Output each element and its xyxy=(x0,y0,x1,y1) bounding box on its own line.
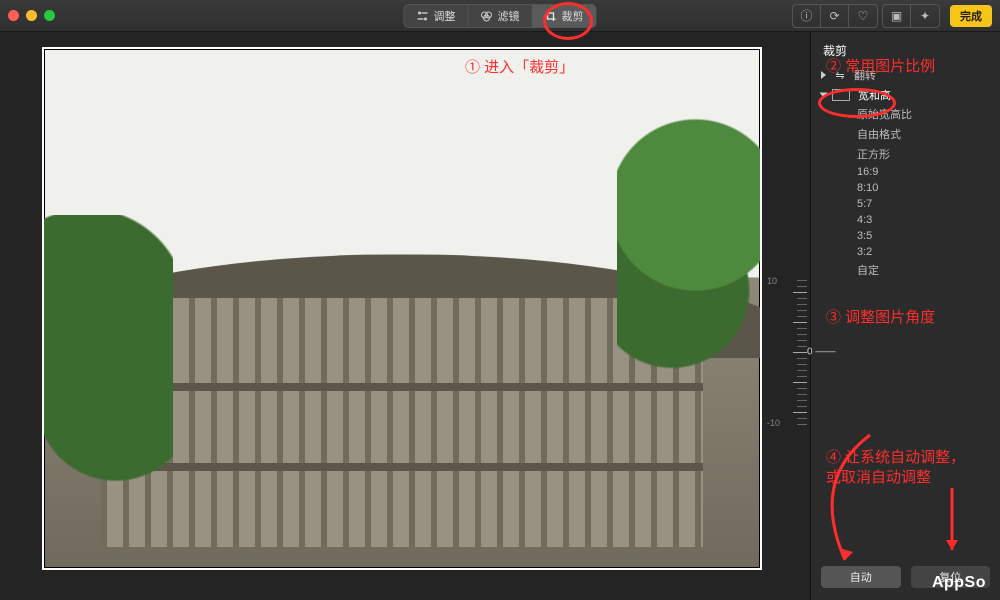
crop-handle-bottom-right[interactable] xyxy=(741,549,762,570)
aspect-custom[interactable]: 自定 xyxy=(857,261,990,279)
canvas-area xyxy=(0,32,810,600)
aspect-freeform[interactable]: 自由格式 xyxy=(857,125,990,143)
rotate-button[interactable]: ⟳ xyxy=(821,5,849,27)
crop-photo[interactable] xyxy=(42,47,762,570)
aspect-3-5[interactable]: 3:5 xyxy=(857,229,990,243)
tab-filter[interactable]: 滤镜 xyxy=(469,5,533,27)
crop-handle-bottom[interactable] xyxy=(388,565,416,570)
window-traffic-lights xyxy=(8,10,55,21)
edit-mode-segmented: 调整 滤镜 裁剪 xyxy=(404,4,597,28)
tab-crop-label: 裁剪 xyxy=(562,8,584,24)
sidebar-title: 裁剪 xyxy=(823,42,990,59)
ext-group: ▣ ✦ xyxy=(882,4,940,28)
aspect-square[interactable]: 正方形 xyxy=(857,145,990,163)
photo-trees-right xyxy=(617,91,762,376)
aspect-3-2[interactable]: 3:2 xyxy=(857,245,990,259)
chevron-right-icon xyxy=(821,71,826,79)
crop-handle-top-left[interactable] xyxy=(42,47,63,68)
aspect-list: 原始宽高比 自由格式 正方形 16:9 8:10 5:7 4:3 3:5 3:2… xyxy=(857,105,990,279)
photo-trees-left xyxy=(42,215,173,526)
auto-button[interactable]: 自动 xyxy=(821,566,901,588)
photo-floor-1 xyxy=(101,383,702,391)
main-area: 裁剪 ⇋ 翻转 宽和高 原始宽高比 自由格式 正方形 16:9 8:10 5:7… xyxy=(0,32,1000,600)
photo-facade xyxy=(101,298,702,547)
aspect-5-7[interactable]: 5:7 xyxy=(857,197,990,211)
minimize-window-button[interactable] xyxy=(26,10,37,21)
aspect-header-label: 宽和高 xyxy=(858,87,891,103)
toolbar-right: ⓘ ⟳ ♡ ▣ ✦ 完成 xyxy=(792,4,992,28)
aspect-ratio-icon xyxy=(832,89,850,101)
info-group: ⓘ ⟳ ♡ xyxy=(792,4,878,28)
flip-icon: ⇋ xyxy=(832,69,848,82)
enhance-button[interactable]: ✦ xyxy=(911,5,939,27)
info-icon: ⓘ xyxy=(800,7,812,24)
zoom-window-button[interactable] xyxy=(44,10,55,21)
extensions-icon: ▣ xyxy=(891,9,902,23)
tab-adjust[interactable]: 调整 xyxy=(405,5,469,27)
crop-handle-top-right[interactable] xyxy=(741,47,762,68)
wand-icon: ✦ xyxy=(920,9,930,23)
toolbar: 调整 滤镜 裁剪 ⓘ ⟳ ♡ ▣ ✦ 完成 xyxy=(0,0,1000,32)
chevron-down-icon xyxy=(820,93,828,98)
dial-center-label: 0 —— xyxy=(807,347,835,358)
extensions-button[interactable]: ▣ xyxy=(883,5,911,27)
flip-label: 翻转 xyxy=(854,67,876,83)
aspect-4-3[interactable]: 4:3 xyxy=(857,213,990,227)
aspect-16-9[interactable]: 16:9 xyxy=(857,165,990,179)
sidebar: 裁剪 ⇋ 翻转 宽和高 原始宽高比 自由格式 正方形 16:9 8:10 5:7… xyxy=(810,32,1000,600)
flip-row[interactable]: ⇋ 翻转 xyxy=(821,65,990,85)
close-window-button[interactable] xyxy=(8,10,19,21)
bottom-buttons: 自动 复位 xyxy=(821,566,990,588)
photo-slats xyxy=(101,298,702,547)
info-button[interactable]: ⓘ xyxy=(793,5,821,27)
crop-handle-bottom-left[interactable] xyxy=(42,549,63,570)
favorite-button[interactable]: ♡ xyxy=(849,5,877,27)
crop-icon xyxy=(545,10,557,22)
done-button[interactable]: 完成 xyxy=(950,5,992,27)
aspect-8-10[interactable]: 8:10 xyxy=(857,181,990,195)
heart-icon: ♡ xyxy=(858,9,869,23)
aspect-header[interactable]: 宽和高 xyxy=(821,85,990,105)
crop-handle-top[interactable] xyxy=(388,47,416,52)
aspect-original[interactable]: 原始宽高比 xyxy=(857,105,990,123)
photo-floor-2 xyxy=(101,463,702,471)
tab-crop[interactable]: 裁剪 xyxy=(533,5,596,27)
tab-filter-label: 滤镜 xyxy=(498,8,520,24)
rotate-icon: ⟳ xyxy=(829,9,839,23)
filter-icon xyxy=(481,10,493,22)
reset-button[interactable]: 复位 xyxy=(911,566,991,588)
sliders-icon xyxy=(417,10,429,22)
tab-adjust-label: 调整 xyxy=(434,8,456,24)
